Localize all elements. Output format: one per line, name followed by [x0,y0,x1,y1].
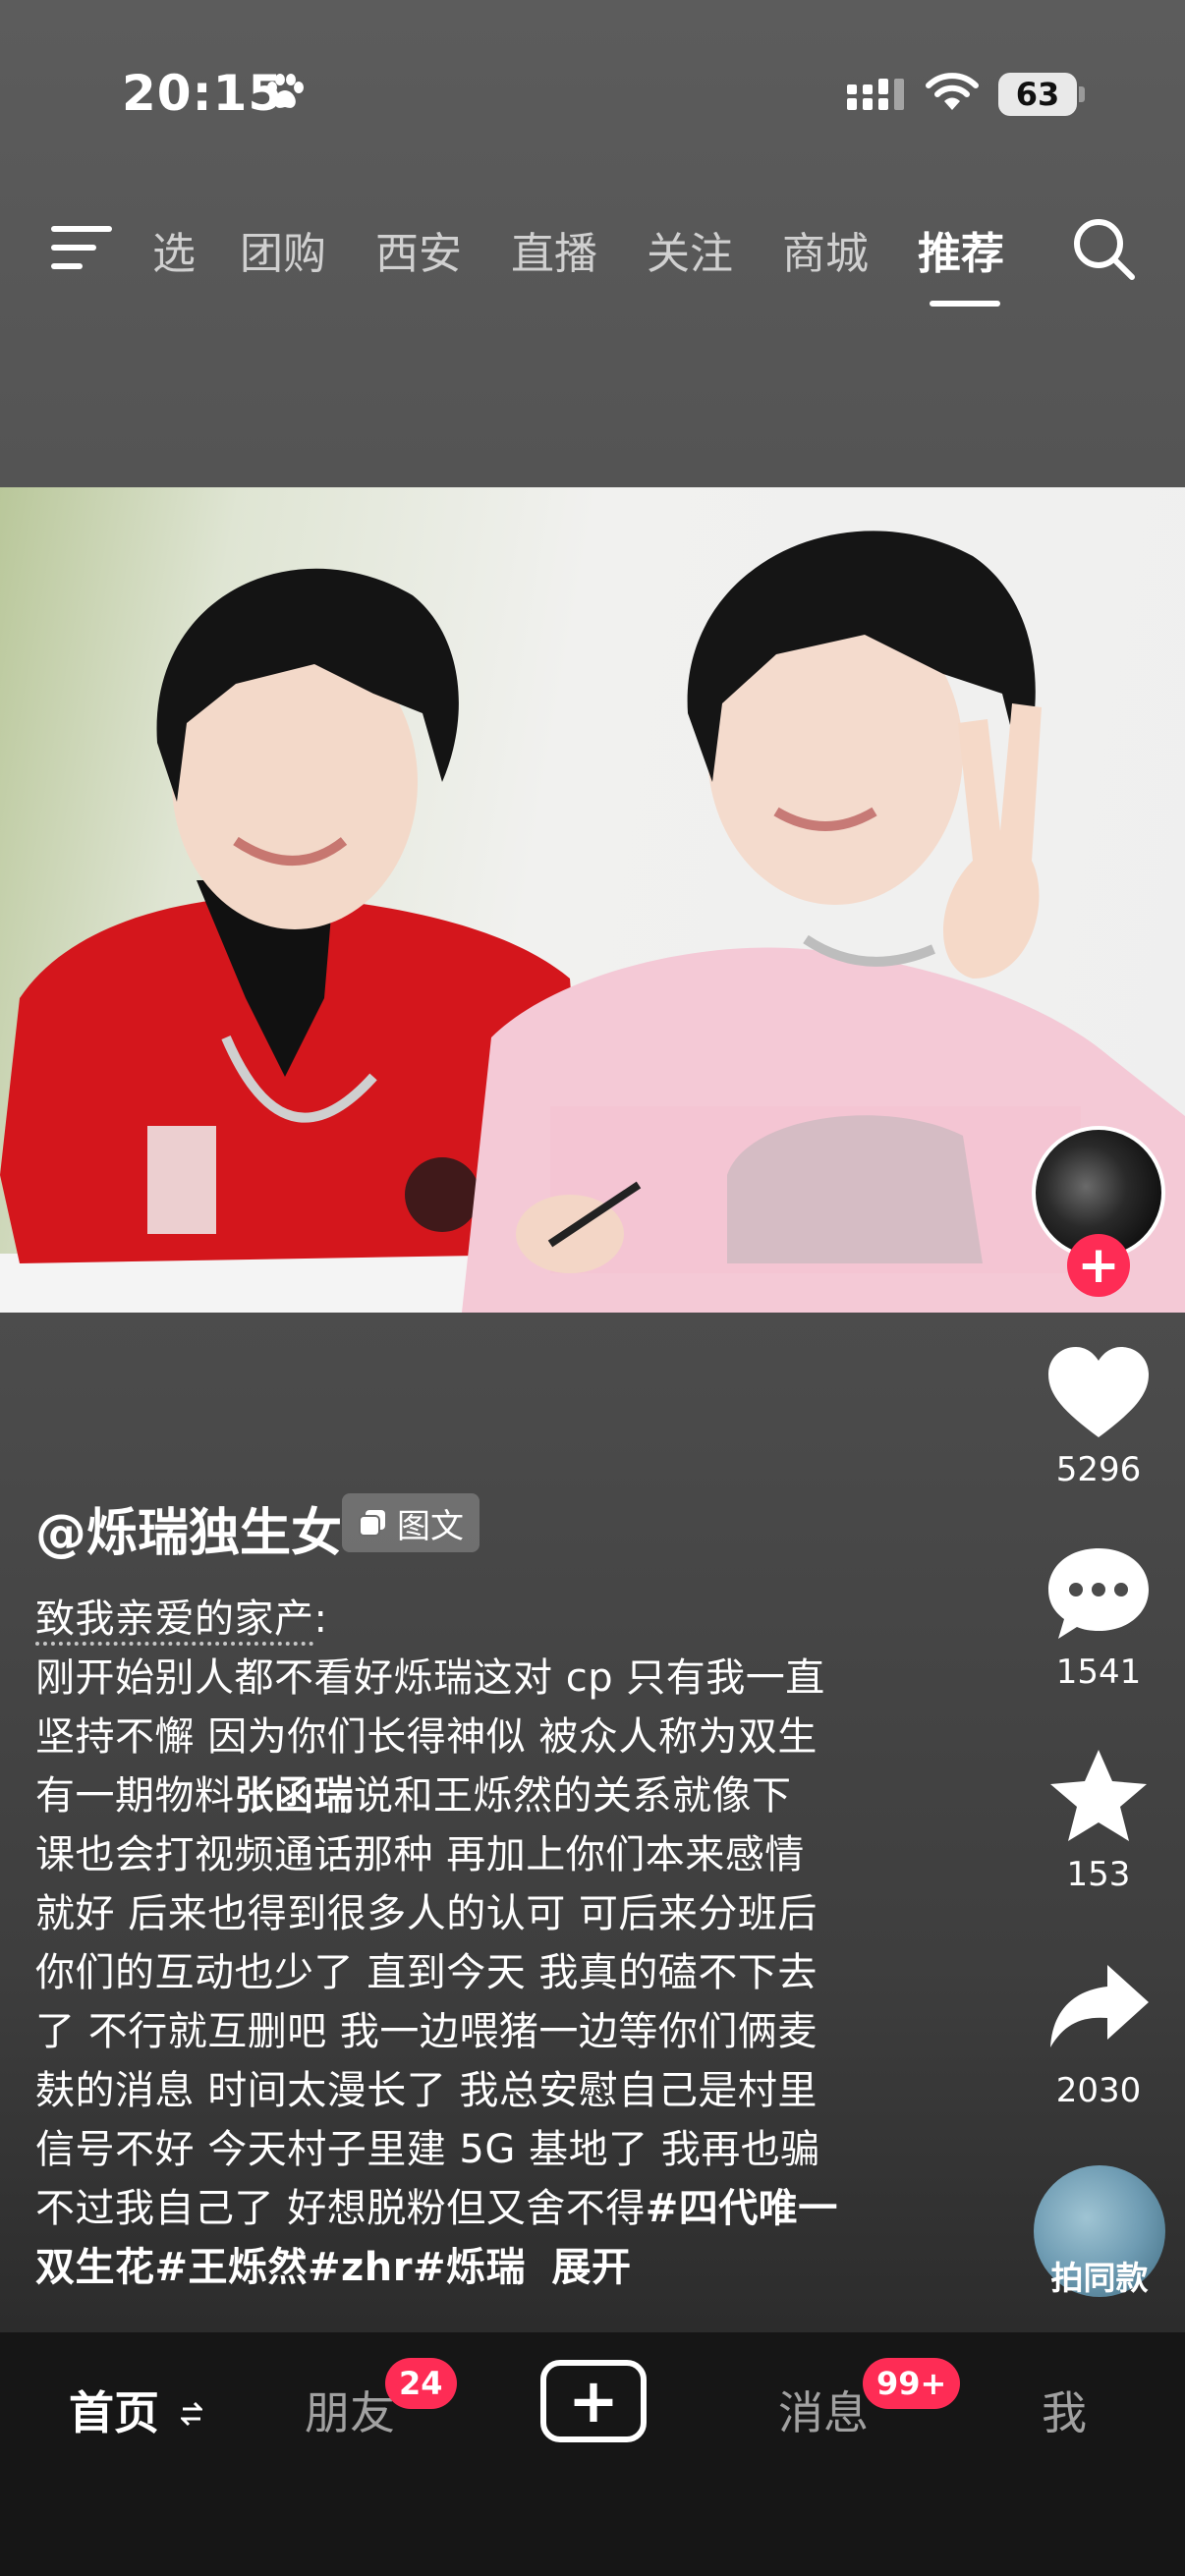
caption-line: 课也会打视频通话那种 再加上你们本来感情 [35,1832,805,1877]
friends-badge: 24 [385,2358,457,2409]
caption-line-prefix: 有一期物料 [35,1773,235,1819]
switch-arrows-icon [179,2401,204,2427]
follow-button[interactable]: + [1067,1234,1130,1297]
hashtag-four-gen[interactable]: #四代唯一 [646,2186,838,2231]
like-heart-icon[interactable] [1044,1341,1153,1449]
author-name[interactable]: @烁瑞独生女 [35,1491,342,1565]
comment-icon[interactable] [1044,1540,1153,1649]
post-photo-illustration [0,531,1185,1313]
messages-badge: 99+ [863,2358,961,2409]
post-photo[interactable] [0,487,1185,1313]
battery-indicator: 63 [998,73,1077,116]
caption-title-suffix: : [313,1596,328,1642]
nav-messages[interactable]: 消息 [778,2378,869,2442]
caption-title: 致我亲爱的家产 [35,1596,314,1642]
expand-link[interactable]: 展开 [551,2245,631,2290]
image-text-icon [359,1510,385,1537]
battery-nub [1079,86,1085,102]
active-tab-indicator [930,301,1000,307]
caption-line: 刚开始别人都不看好烁瑞这对 cp 只有我一直 [35,1655,825,1701]
caption-line: 不过我自己了 好想脱粉但又舍不得#四代唯一 [35,2179,920,2238]
status-time: 20:15 [122,65,284,122]
comment-count: 1541 [1055,1652,1142,1692]
tab-group-buy[interactable]: 团购 [240,218,326,281]
favorite-star-icon[interactable] [1044,1744,1153,1852]
caption-line: 信号不好 今天村子里建 5G 基地了 我再也骗 [35,2127,820,2172]
tab-xian[interactable]: 西安 [375,218,462,281]
caption-line: 了 不行就互删吧 我一边喂猪一边等你们俩麦 [35,2009,818,2054]
caption-line: 有一期物料张函瑞说和王烁然的关系就像下 [35,1766,920,1825]
paw-icon [267,74,304,108]
caption-line: 坚持不懈 因为你们长得神似 被众人称为双生 [35,1714,818,1760]
tab-recommend[interactable]: 推荐 [918,218,1004,281]
mention-zhang-hanrui[interactable]: 张函瑞 [235,1773,355,1819]
caption-line-rest: 说和王烁然的关系就像下 [354,1773,792,1819]
wifi-icon [926,73,979,110]
favorite-count: 153 [1066,1855,1131,1894]
nav-home[interactable]: 首页 [69,2378,204,2442]
menu-icon[interactable] [51,224,112,271]
same-style-label[interactable]: 拍同款 [1022,2252,1177,2299]
hashtag-four-gen-cont[interactable]: 双生花 [35,2245,155,2290]
tab-live[interactable]: 直播 [511,218,597,281]
image-text-badge-label: 图文 [397,1506,464,1546]
post-caption[interactable]: 致我亲爱的家产: 刚开始别人都不看好烁瑞这对 cp 只有我一直 坚持不懈 因为你… [35,1590,920,2297]
tab-following[interactable]: 关注 [647,218,733,281]
like-count: 5296 [1055,1450,1142,1489]
image-text-badge: 图文 [342,1493,480,1552]
tab-mall[interactable]: 商城 [782,218,869,281]
caption-line: 你们的互动也少了 直到今天 我真的磕不下去 [35,1950,818,1995]
nav-friends[interactable]: 朋友 [305,2378,395,2442]
share-count: 2030 [1055,2071,1142,2110]
caption-line: 就好 后来也得到很多人的认可 可后来分班后 [35,1891,818,1936]
nav-me[interactable]: 我 [1042,2378,1087,2442]
create-plus-button[interactable]: + [540,2360,647,2442]
nav-home-label: 首页 [69,2386,159,2439]
caption-line: 双生花#王烁然#zhr#烁瑞 展开 [35,2238,920,2297]
tab-select[interactable]: 选 [152,218,196,281]
search-icon[interactable] [1071,216,1138,283]
signal-icon [847,79,904,110]
caption-line: 麸的消息 时间太漫长了 我总安慰自己是村里 [35,2068,818,2113]
hashtags[interactable]: #王烁然#zhr#烁瑞 [155,2245,527,2290]
caption-line-text: 不过我自己了 好想脱粉但又舍不得 [35,2186,646,2231]
caption-title-line: 致我亲爱的家产: [35,1590,920,1649]
share-arrow-icon[interactable] [1044,1955,1153,2063]
